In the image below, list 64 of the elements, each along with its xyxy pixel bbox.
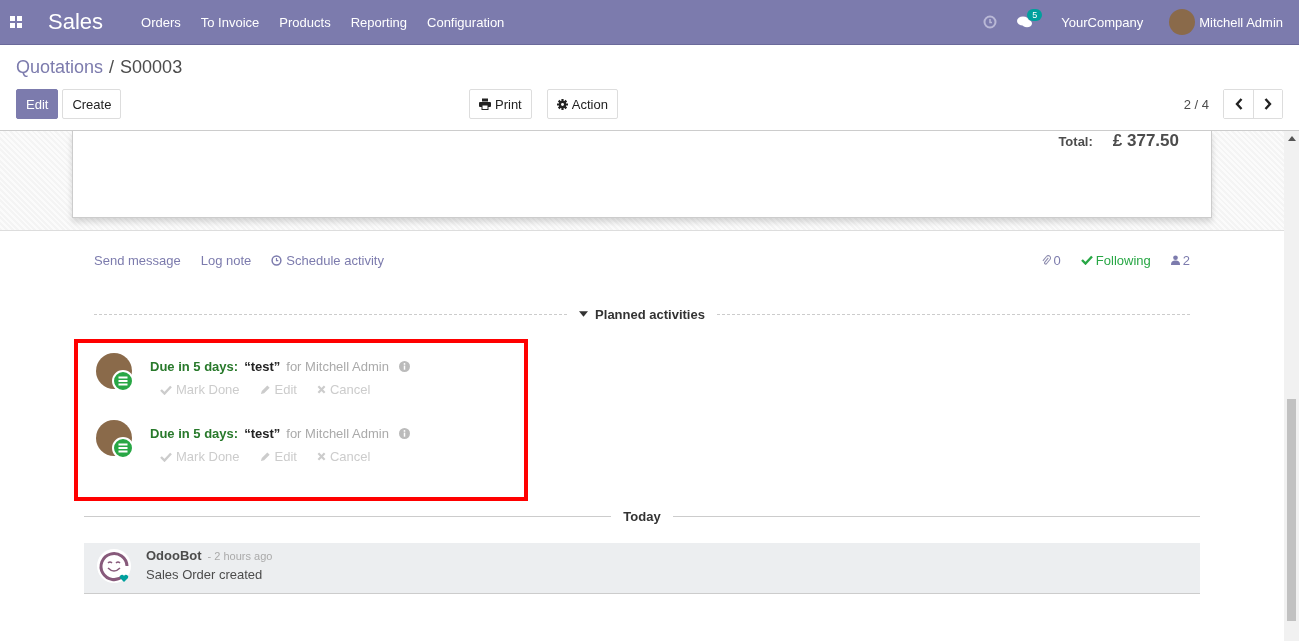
paperclip-icon bbox=[1041, 254, 1051, 266]
scrollbar[interactable] bbox=[1284, 131, 1299, 641]
user-avatar[interactable] bbox=[1169, 9, 1196, 35]
printer-icon bbox=[479, 98, 491, 110]
apps-grid-icon[interactable] bbox=[10, 16, 22, 28]
activity-due: Due in 5 days: bbox=[150, 359, 239, 374]
chevron-left-icon bbox=[1234, 98, 1243, 110]
following-button[interactable]: Following bbox=[1080, 252, 1151, 268]
menu-item[interactable]: Orders bbox=[141, 14, 181, 30]
attachments-button[interactable]: 0 bbox=[1041, 252, 1061, 268]
close-icon bbox=[317, 452, 326, 461]
checkmark-icon bbox=[160, 384, 172, 395]
person-icon bbox=[1170, 255, 1180, 265]
total-label: Total: bbox=[1058, 134, 1093, 149]
edit-button[interactable]: Edit bbox=[16, 89, 59, 119]
message-body: Sales Order created bbox=[146, 567, 264, 582]
pencil-icon bbox=[259, 451, 271, 462]
chat-bubbles-icon[interactable] bbox=[1017, 15, 1034, 29]
send-message-link[interactable]: Send message bbox=[94, 252, 181, 268]
activity-due: Due in 5 days: bbox=[150, 426, 239, 441]
pencil-icon bbox=[259, 384, 271, 395]
activity-summary: “test” bbox=[244, 359, 281, 374]
create-button[interactable]: Create bbox=[62, 89, 122, 119]
log-note-link[interactable]: Log note bbox=[200, 252, 252, 268]
activity-summary: “test” bbox=[244, 426, 281, 441]
scroll-up-icon[interactable] bbox=[1287, 136, 1296, 141]
schedule-activity-link[interactable]: Schedule activity bbox=[271, 252, 384, 268]
user-name[interactable]: Mitchell Admin bbox=[1199, 14, 1283, 30]
caret-icon bbox=[579, 311, 589, 317]
total-value: £ 377.50 bbox=[1112, 131, 1179, 151]
checkmark-icon bbox=[160, 451, 172, 462]
action-button[interactable]: Action bbox=[546, 89, 618, 119]
message-date: - 2 hours ago bbox=[207, 550, 273, 562]
gear-icon bbox=[556, 98, 568, 110]
close-icon bbox=[317, 385, 326, 394]
bot-avatar-icon bbox=[96, 548, 132, 584]
company-name[interactable]: YourCompany bbox=[1061, 14, 1144, 30]
clock-icon bbox=[271, 254, 283, 266]
menu-item[interactable]: Products bbox=[279, 14, 331, 30]
print-button[interactable]: Print bbox=[469, 89, 532, 119]
message-author: OdooBot bbox=[146, 548, 202, 563]
info-icon[interactable] bbox=[398, 428, 410, 439]
followers-button[interactable]: 2 bbox=[1170, 252, 1190, 268]
menu-item[interactable]: Reporting bbox=[350, 14, 407, 30]
breadcrumb-separator: / bbox=[109, 57, 115, 77]
menu-item[interactable]: Configuration bbox=[427, 14, 505, 30]
chevron-right-icon bbox=[1264, 98, 1272, 110]
message-count-badge: 5 bbox=[1027, 9, 1043, 21]
breadcrumb-current: S00003 bbox=[120, 57, 183, 77]
pager-value: 2 / 4 bbox=[1183, 96, 1209, 112]
activity-type-icon bbox=[112, 370, 134, 392]
activity-type-icon bbox=[112, 437, 134, 459]
checkmark-icon bbox=[1080, 255, 1093, 265]
clock-icon[interactable] bbox=[983, 15, 998, 29]
app-name[interactable]: Sales bbox=[48, 9, 104, 35]
scrollbar-thumb[interactable] bbox=[1287, 399, 1296, 621]
next-button[interactable] bbox=[1253, 90, 1282, 118]
date-separator: Today bbox=[622, 509, 662, 524]
breadcrumb-link[interactable]: Quotations bbox=[16, 57, 104, 77]
planned-activities-toggle[interactable]: Planned activities bbox=[567, 306, 717, 322]
info-icon[interactable] bbox=[398, 361, 410, 372]
activity-assignee: for Mitchell Admin bbox=[286, 359, 389, 374]
menu-item[interactable]: To Invoice bbox=[200, 14, 260, 30]
activity-assignee: for Mitchell Admin bbox=[286, 426, 389, 441]
